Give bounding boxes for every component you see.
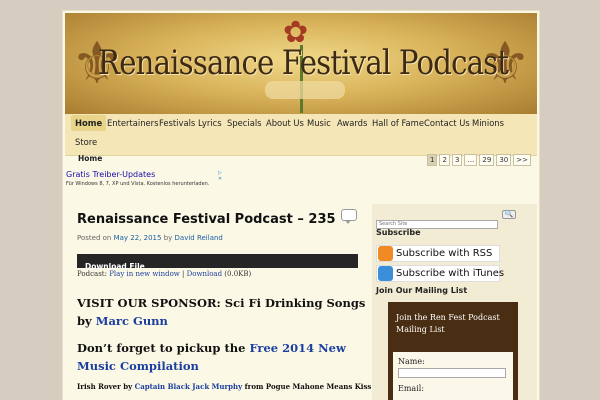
play-new-window-link[interactable]: Play in new window [109,270,180,278]
song-album: from Pogue Mahone Means Kiss My [244,382,386,391]
promo-text: Don’t forget to pickup the [77,341,246,355]
post-date-link[interactable]: May 22, 2015 [114,234,162,242]
song-title: Irish Rover by [77,382,133,391]
sponsor-link[interactable]: Marc Gunn [96,314,168,328]
nav-item-festivals[interactable]: Festivals [155,115,199,131]
nav-item-music[interactable]: Music [303,115,335,131]
nav-item-about-us[interactable]: About Us [262,115,308,131]
main-nav: Home Entertainers Festivals Lyrics Speci… [65,114,537,156]
ad-banner[interactable]: Gratis Treiber-Updates Für Windows 8, 7,… [66,170,226,188]
comment-bubble-icon[interactable] [341,209,357,224]
audio-player[interactable]: Download File [77,254,358,271]
mailing-box-title: Join the Ren Fest Podcast Mailing List [396,313,500,334]
post-title[interactable]: Renaissance Festival Podcast – 235 [77,212,336,227]
subscribe-heading: Subscribe [376,228,421,237]
ad-text: Für Windows 8, 7, XP und Vista. Kostenlo… [66,181,210,187]
name-label: Name: [398,357,425,366]
nav-item-awards[interactable]: Awards [333,115,371,131]
page-3-button[interactable]: 3 [451,154,463,166]
mailing-list-box: Join the Ren Fest Podcast Mailing List N… [388,302,518,400]
sponsor-line: VISIT OUR SPONSOR: Sci Fi Drinking Songs… [77,294,367,330]
site-banner[interactable]: ⚜ ⚜ ✿ Renaissance Festival Podcast [65,13,537,117]
mailing-form: Name: Email: [393,352,513,400]
page-1-button[interactable]: 1 [427,154,438,166]
rss-label: Subscribe with RSS [396,248,493,259]
page-2-button[interactable]: 2 [439,154,450,166]
link-separator: | [182,270,185,278]
nav-item-hall-of-fame[interactable]: Hall of Fame [368,115,428,131]
download-link[interactable]: Download [187,270,222,278]
banner-title: Renaissance Festival Podcast [98,43,509,83]
search-icon[interactable]: 🔍 [502,210,516,219]
nav-item-minions[interactable]: Minions [468,115,508,131]
file-size: (0.0KB) [224,270,252,278]
ad-choices-icon[interactable]: ▷ ✕ [218,170,226,182]
page-ellipsis: … [464,154,478,166]
scroll-decoration [265,81,345,99]
sidebar: 🔍 Subscribe Subscribe with RSS Subscribe… [372,204,537,400]
nav-item-home[interactable]: Home [71,115,107,131]
posted-on-label: Posted on [77,234,112,242]
nav-item-contact-us[interactable]: Contact Us [420,115,474,131]
page-29-button[interactable]: 29 [479,154,495,166]
rss-icon [378,246,393,261]
page-30-button[interactable]: 30 [496,154,512,166]
mailing-list-heading: Join Our Mailing List [376,286,468,295]
search-form: 🔍 [376,210,516,229]
pagination: 1 2 3 … 29 30 >> [427,154,531,166]
nav-item-entertainers[interactable]: Entertainers [103,115,163,131]
podcast-label: Podcast: [77,270,107,278]
author-link[interactable]: David Reiland [175,234,223,242]
subscribe-itunes-button[interactable]: Subscribe with iTunes [376,265,504,282]
next-pages-button[interactable]: >> [513,154,531,166]
subscribe-rss-button[interactable]: Subscribe with RSS [376,245,500,262]
breadcrumb-bar: Home 1 2 3 … 29 30 >> [65,154,537,166]
name-field[interactable] [398,368,506,378]
song-line: Irish Rover by Captain Black Jack Murphy… [77,382,386,391]
nav-item-store[interactable]: Store [71,134,101,150]
promo-line: Don’t forget to pickup the Free 2014 New… [77,339,367,375]
artist-link[interactable]: Captain Black Jack Murphy [135,382,243,391]
email-label: Email: [398,384,425,393]
ad-title[interactable]: Gratis Treiber-Updates [66,170,226,179]
breadcrumb[interactable]: Home [78,154,102,163]
itunes-icon [378,266,393,281]
itunes-label: Subscribe with iTunes [396,268,505,279]
nav-item-lyrics[interactable]: Lyrics [194,115,226,131]
nav-item-specials[interactable]: Specials [223,115,266,131]
by-label: by [163,234,173,242]
post-meta: Posted on May 22, 2015 by David Reiland [77,234,223,242]
podcast-links: Podcast: Play in new window | Download (… [77,270,251,278]
